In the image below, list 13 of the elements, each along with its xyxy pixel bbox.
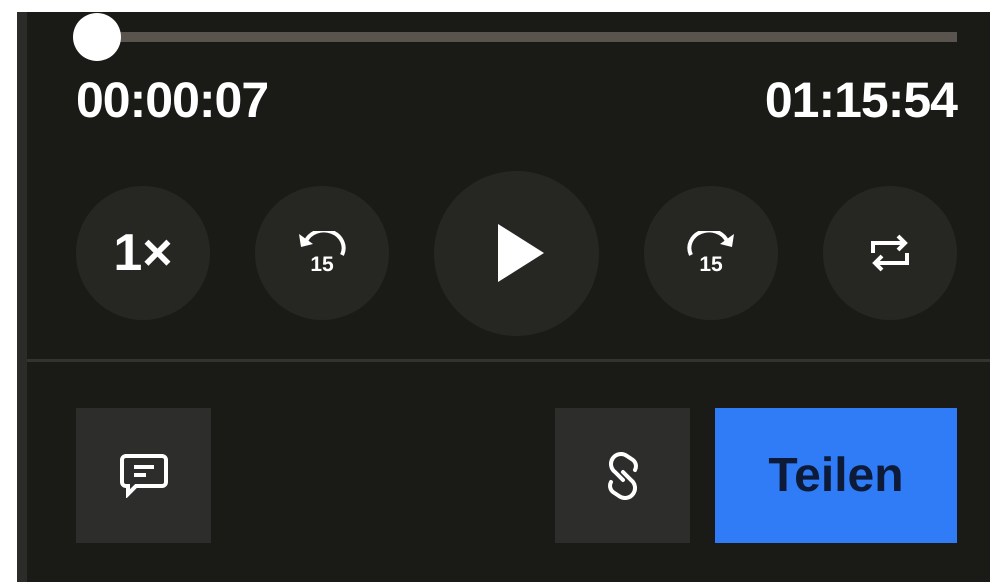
link-button[interactable]	[555, 408, 690, 543]
play-icon	[498, 224, 544, 282]
skip-back-button[interactable]: 15	[255, 186, 389, 320]
elapsed-time: 00:00:07	[76, 72, 268, 128]
skip-forward-button[interactable]: 15	[644, 186, 778, 320]
comment-button[interactable]	[76, 408, 211, 543]
speed-button[interactable]: 1×	[76, 186, 210, 320]
share-button[interactable]: Teilen	[715, 408, 957, 543]
total-duration: 01:15:54	[764, 72, 957, 128]
progress-thumb[interactable]	[72, 13, 121, 61]
redo-arrow-icon	[685, 231, 737, 257]
undo-arrow-icon	[296, 231, 348, 257]
comment-icon	[120, 454, 168, 498]
